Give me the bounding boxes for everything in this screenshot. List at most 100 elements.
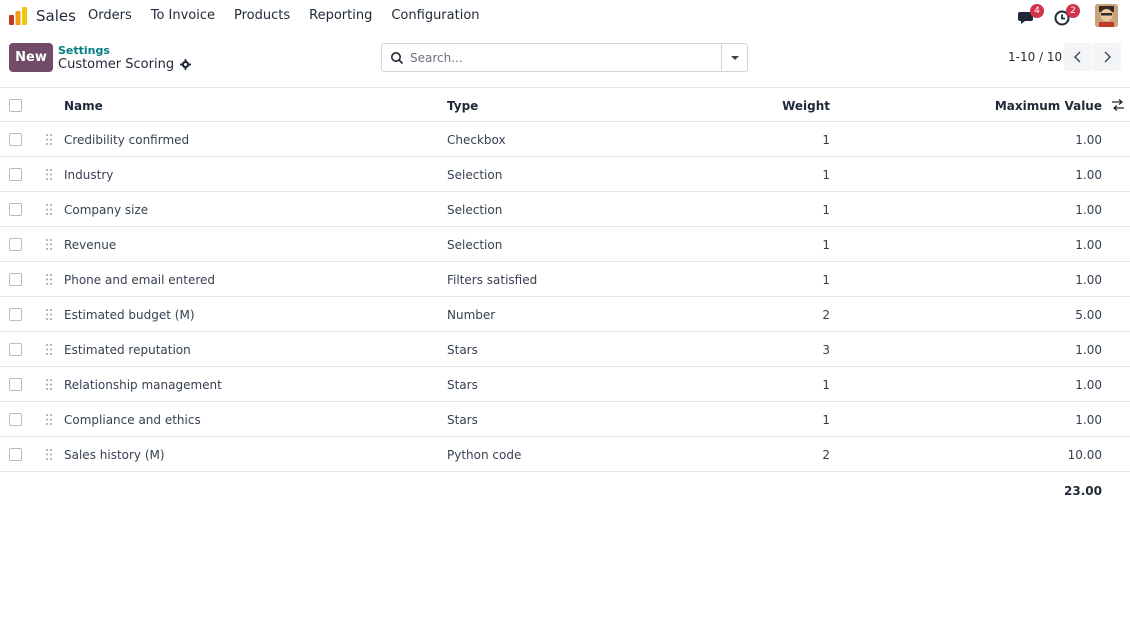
cell-type: Stars xyxy=(447,412,478,427)
drag-handle-icon[interactable] xyxy=(45,413,53,426)
search-input[interactable] xyxy=(410,44,720,71)
activities-button[interactable]: 2 xyxy=(1052,4,1080,26)
drag-handle-icon[interactable] xyxy=(45,203,53,216)
cell-name: Company size xyxy=(64,202,149,217)
table-row[interactable]: Compliance and ethics Stars 1 1.00 xyxy=(0,402,1130,437)
cell-name: Phone and email entered xyxy=(64,272,216,287)
main-menu: Orders To Invoice Products Reporting Con… xyxy=(88,8,499,23)
row-checkbox[interactable] xyxy=(9,238,22,251)
row-checkbox[interactable] xyxy=(9,448,22,461)
gear-icon[interactable] xyxy=(180,59,192,70)
cell-weight: 1 xyxy=(822,202,830,217)
cell-weight: 3 xyxy=(822,342,830,357)
search-bar xyxy=(381,43,748,72)
select-all-checkbox[interactable] xyxy=(9,99,22,112)
cell-name: Relationship management xyxy=(64,377,222,392)
table-row[interactable]: Relationship management Stars 1 1.00 xyxy=(0,367,1130,402)
pager-value[interactable]: 1-10 / 10 xyxy=(1008,50,1062,64)
drag-handle-icon[interactable] xyxy=(45,343,53,356)
column-header-type[interactable]: Type xyxy=(447,88,478,123)
cell-maximum-value: 1.00 xyxy=(1075,377,1102,392)
table-row[interactable]: Estimated reputation Stars 3 1.00 xyxy=(0,332,1130,367)
cell-type: Selection xyxy=(447,237,503,252)
row-checkbox[interactable] xyxy=(9,203,22,216)
optional-columns-icon[interactable] xyxy=(1111,98,1125,112)
cell-maximum-value: 5.00 xyxy=(1075,307,1102,322)
row-checkbox[interactable] xyxy=(9,378,22,391)
menu-reporting[interactable]: Reporting xyxy=(309,8,372,23)
column-header-name[interactable]: Name xyxy=(64,88,103,123)
page-title: Customer Scoring xyxy=(58,57,175,72)
row-checkbox[interactable] xyxy=(9,413,22,426)
cell-maximum-value: 1.00 xyxy=(1075,202,1102,217)
cell-name: Compliance and ethics xyxy=(64,412,201,427)
app-name[interactable]: Sales xyxy=(36,7,76,25)
cell-type: Python code xyxy=(447,447,522,462)
drag-handle-icon[interactable] xyxy=(45,448,53,461)
activities-count-badge: 2 xyxy=(1066,4,1080,18)
table-row[interactable]: Credibility confirmed Checkbox 1 1.00 xyxy=(0,122,1130,157)
cell-type: Checkbox xyxy=(447,132,506,147)
new-button[interactable]: New xyxy=(9,43,53,72)
cell-maximum-value: 10.00 xyxy=(1067,447,1102,462)
messages-count-badge: 4 xyxy=(1030,4,1044,18)
table-row[interactable]: Industry Selection 1 1.00 xyxy=(0,157,1130,192)
column-header-weight[interactable]: Weight xyxy=(700,88,830,123)
cell-weight: 1 xyxy=(822,412,830,427)
cell-maximum-value: 1.00 xyxy=(1075,272,1102,287)
drag-handle-icon[interactable] xyxy=(45,308,53,321)
cell-type: Selection xyxy=(447,202,503,217)
drag-handle-icon[interactable] xyxy=(45,273,53,286)
cell-name: Sales history (M) xyxy=(64,447,165,462)
search-options-toggle[interactable] xyxy=(721,44,747,71)
menu-orders[interactable]: Orders xyxy=(88,8,132,23)
cell-maximum-value: 1.00 xyxy=(1075,132,1102,147)
table-row[interactable]: Company size Selection 1 1.00 xyxy=(0,192,1130,227)
table-header: Name Type Weight Maximum Value xyxy=(0,87,1130,122)
cell-name: Industry xyxy=(64,167,114,182)
pager-next-button[interactable] xyxy=(1093,43,1121,71)
table-row[interactable]: Estimated budget (M) Number 2 5.00 xyxy=(0,297,1130,332)
menu-to-invoice[interactable]: To Invoice xyxy=(151,8,215,23)
cell-maximum-value: 1.00 xyxy=(1075,412,1102,427)
search-icon xyxy=(391,52,404,65)
row-checkbox[interactable] xyxy=(9,133,22,146)
drag-handle-icon[interactable] xyxy=(45,378,53,391)
drag-handle-icon[interactable] xyxy=(45,133,53,146)
sales-app-icon[interactable] xyxy=(8,6,28,26)
pager-previous-button[interactable] xyxy=(1064,43,1092,71)
cell-type: Stars xyxy=(447,377,478,392)
chevron-left-icon xyxy=(1074,51,1081,63)
cell-type: Selection xyxy=(447,167,503,182)
row-checkbox[interactable] xyxy=(9,343,22,356)
cell-weight: 2 xyxy=(822,307,830,322)
cell-weight: 1 xyxy=(822,272,830,287)
maximum-value-total: 23.00 xyxy=(1064,483,1102,498)
menu-configuration[interactable]: Configuration xyxy=(391,8,479,23)
cell-maximum-value: 1.00 xyxy=(1075,167,1102,182)
cell-name: Credibility confirmed xyxy=(64,132,190,147)
drag-handle-icon[interactable] xyxy=(45,168,53,181)
table-row[interactable]: Revenue Selection 1 1.00 xyxy=(0,227,1130,262)
cell-type: Filters satisfied xyxy=(447,272,538,287)
row-checkbox[interactable] xyxy=(9,168,22,181)
menu-products[interactable]: Products xyxy=(234,8,290,23)
breadcrumb-settings[interactable]: Settings xyxy=(58,44,110,57)
row-checkbox[interactable] xyxy=(9,273,22,286)
cell-name: Estimated reputation xyxy=(64,342,191,357)
row-checkbox[interactable] xyxy=(9,308,22,321)
table-footer: 23.00 xyxy=(0,474,1130,507)
cell-weight: 1 xyxy=(822,167,830,182)
drag-handle-icon[interactable] xyxy=(45,238,53,251)
caret-down-icon xyxy=(730,55,739,60)
column-header-maximum-value[interactable]: Maximum Value xyxy=(900,88,1102,123)
top-navbar: Sales Orders To Invoice Products Reporti… xyxy=(0,0,1130,32)
cell-type: Stars xyxy=(447,342,478,357)
user-avatar[interactable] xyxy=(1095,4,1118,27)
messages-button[interactable]: 4 xyxy=(1016,4,1044,26)
table-row[interactable]: Phone and email entered Filters satisfie… xyxy=(0,262,1130,297)
cell-weight: 1 xyxy=(822,237,830,252)
chevron-right-icon xyxy=(1104,51,1111,63)
cell-weight: 1 xyxy=(822,132,830,147)
table-row[interactable]: Sales history (M) Python code 2 10.00 xyxy=(0,437,1130,472)
